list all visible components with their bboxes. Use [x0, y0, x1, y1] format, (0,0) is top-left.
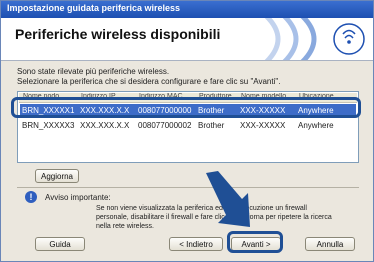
description: Sono state rilevate più periferiche wire…: [17, 67, 280, 87]
cell-ip: XXX.XXX.X.X: [80, 121, 130, 130]
description-line-2: Selezionare la periferica che si desider…: [17, 77, 281, 86]
window-title: Impostazione guidata periferica wireless: [7, 3, 181, 13]
back-button[interactable]: < Indietro: [169, 237, 223, 251]
wireless-signal-icon: [253, 18, 373, 60]
arrow-pointer-icon: [206, 171, 250, 227]
refresh-button[interactable]: Aggiorna: [35, 169, 79, 183]
title-bar: Impostazione guidata periferica wireless: [1, 1, 373, 18]
description-line-1: Sono state rilevate più periferiche wire…: [17, 67, 170, 76]
info-icon: !: [25, 191, 37, 203]
page-title: Periferiche wireless disponibili: [15, 26, 221, 42]
cell-mac: 008077000002: [138, 121, 192, 130]
selected-row-callout: [11, 97, 361, 118]
cell-model: XXX-XXXXX: [240, 121, 286, 130]
cancel-button[interactable]: Annulla: [305, 237, 355, 251]
cell-vendor: Brother: [198, 121, 225, 130]
cell-name: BRN_XXXXX3: [22, 121, 75, 130]
table-row[interactable]: BRN_XXXXX3 XXX.XXX.X.X 008077000002 Brot…: [20, 119, 356, 132]
banner: Periferiche wireless disponibili: [1, 18, 373, 61]
cell-location: Anywhere: [298, 121, 334, 130]
notice-title: Avviso importante:: [45, 193, 111, 202]
wizard-window: Impostazione guidata periferica wireless…: [0, 0, 374, 262]
help-button[interactable]: Guida: [35, 237, 85, 251]
next-button-callout: [227, 231, 283, 253]
